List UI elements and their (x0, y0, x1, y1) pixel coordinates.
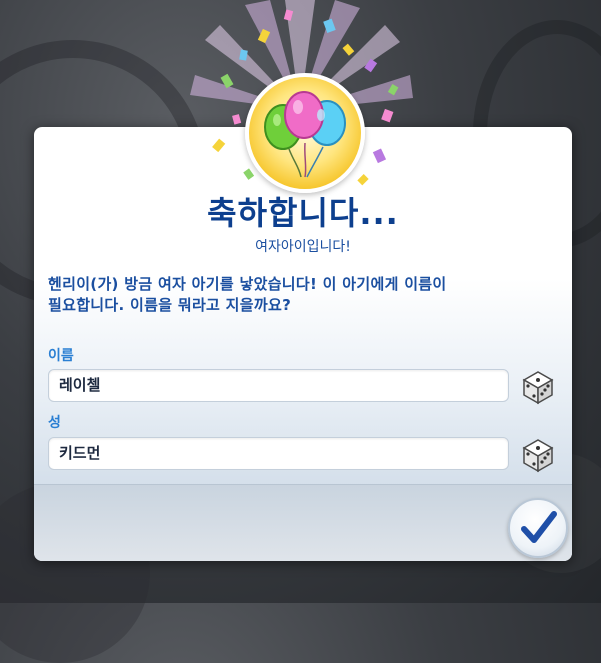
dialog-message: 헨리이(가) 방금 여자 아기를 낳았습니다! 이 아기에게 이름이 필요합니다… (48, 274, 548, 316)
checkmark-icon (521, 511, 557, 543)
balloons-icon (264, 91, 346, 178)
dialog-footer (34, 484, 572, 561)
dice-icon[interactable] (516, 366, 560, 406)
last-name-input[interactable]: 키드먼 (48, 437, 509, 470)
dialog-title: 축하합니다... (207, 194, 399, 232)
balloons-badge (245, 73, 365, 193)
message-line: 필요합니다. 이름을 뭐라고 지을까요? (48, 296, 292, 314)
confirm-button[interactable] (508, 498, 568, 558)
first-name-input[interactable]: 레이첼 (48, 369, 509, 402)
message-line: 헨리이(가) 방금 여자 아기를 낳았습니다! 이 아기에게 이름이 (48, 275, 447, 293)
last-name-label: 성 (48, 415, 61, 431)
dialog-subtitle: 여자아이입니다! (255, 239, 351, 255)
first-name-label: 이름 (48, 348, 74, 364)
dice-icon[interactable] (516, 434, 560, 474)
